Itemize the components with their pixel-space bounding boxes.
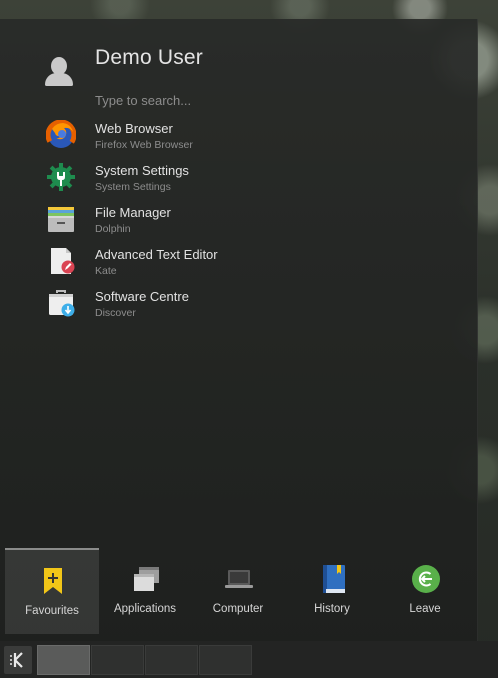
tab-leave[interactable]: Leave	[378, 548, 472, 634]
user-header: Demo User	[0, 19, 478, 119]
desktop-3[interactable]	[145, 645, 198, 675]
desktop-1[interactable]	[37, 645, 90, 675]
virtual-desktop-pager	[37, 645, 253, 675]
search-input[interactable]	[95, 90, 455, 110]
tab-computer[interactable]: Computer	[191, 548, 285, 634]
favourite-description: Firefox Web Browser	[95, 139, 193, 151]
favourite-system-settings[interactable]: System Settings System Settings	[0, 158, 478, 200]
text-editor-icon	[46, 246, 76, 276]
launcher-tab-bar: Favourites Applications Computer History…	[5, 548, 471, 634]
desktop-2[interactable]	[91, 645, 144, 675]
favourite-software-centre[interactable]: Software Centre Discover	[0, 284, 478, 326]
favourite-name: Software Centre	[95, 289, 189, 304]
favourite-file-manager[interactable]: File Manager Dolphin	[0, 200, 478, 242]
taskbar	[0, 641, 498, 678]
favourite-name: Advanced Text Editor	[95, 247, 218, 262]
favourite-description: Discover	[95, 307, 136, 319]
kde-logo-icon[interactable]	[4, 646, 32, 674]
tab-history[interactable]: History	[285, 548, 379, 634]
tab-label: History	[314, 603, 350, 615]
computer-icon	[224, 564, 254, 594]
tab-label: Favourites	[25, 605, 79, 617]
bookmark-icon	[38, 566, 68, 596]
favourite-name: System Settings	[95, 163, 189, 178]
favourite-name: Web Browser	[95, 121, 173, 136]
favourite-description: Dolphin	[95, 223, 131, 235]
favourite-text-editor[interactable]: Advanced Text Editor Kate	[0, 242, 478, 284]
tab-label: Applications	[113, 603, 176, 615]
tab-favourites[interactable]: Favourites	[5, 548, 99, 634]
favourite-description: Kate	[95, 265, 117, 277]
favourite-description: System Settings	[95, 181, 171, 193]
user-avatar-icon[interactable]	[42, 54, 76, 88]
applications-icon	[131, 564, 161, 594]
file-manager-icon	[46, 204, 76, 234]
tab-label: Computer	[212, 603, 264, 615]
tab-label: Leave	[409, 603, 441, 615]
favourite-web-browser[interactable]: Web Browser Firefox Web Browser	[0, 116, 478, 158]
firefox-icon	[45, 119, 77, 151]
history-icon	[318, 564, 348, 594]
user-name: Demo User	[95, 46, 203, 69]
application-launcher: Demo User Web Browser Firefox Web Browse…	[0, 19, 478, 641]
favourites-list: Web Browser Firefox Web Browser System S…	[0, 116, 478, 326]
favourite-name: File Manager	[95, 205, 171, 220]
system-settings-icon	[46, 162, 76, 192]
desktop-4[interactable]	[199, 645, 252, 675]
tab-applications[interactable]: Applications	[98, 548, 192, 634]
leave-icon	[411, 564, 441, 594]
software-centre-icon	[46, 288, 76, 318]
